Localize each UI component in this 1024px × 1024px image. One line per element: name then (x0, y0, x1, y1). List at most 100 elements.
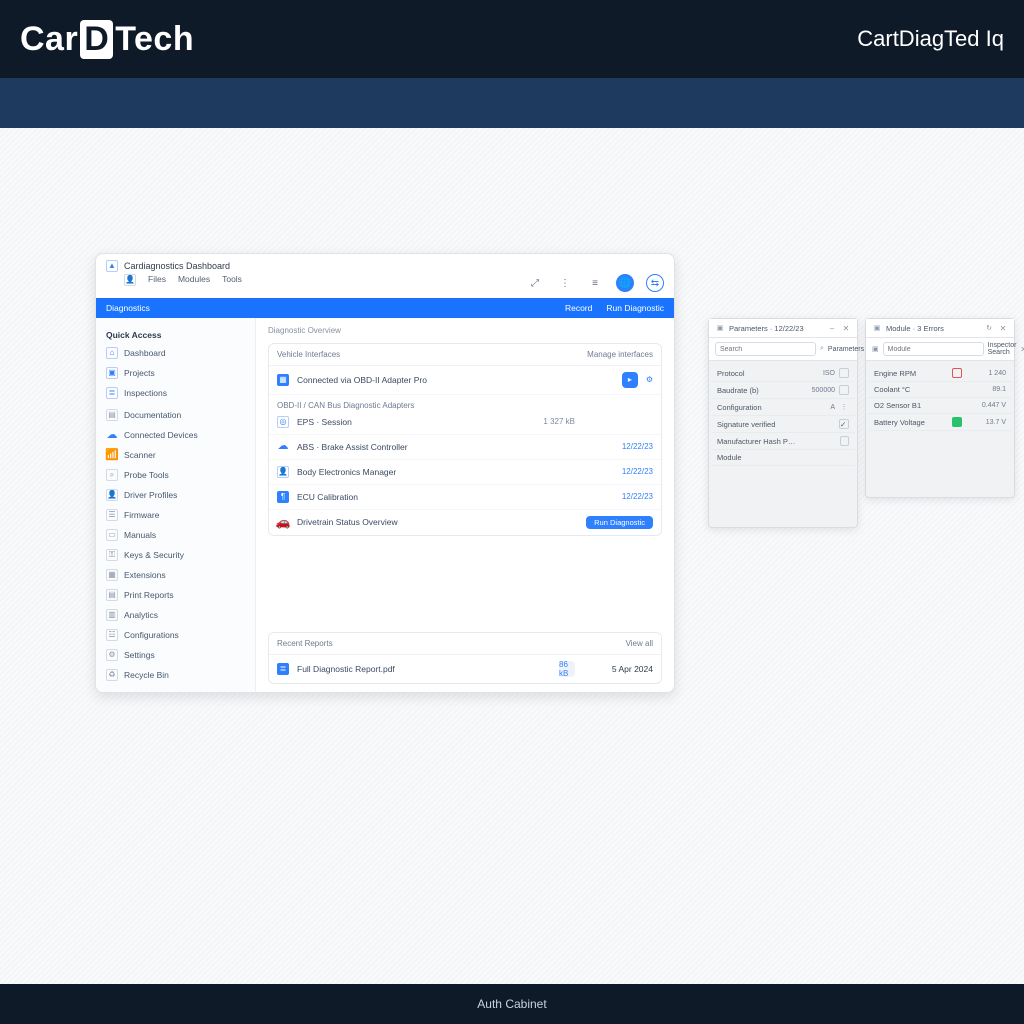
more-icon[interactable]: ⋮ (839, 402, 849, 412)
sidebar-item-documentation[interactable]: ▤Documentation (102, 406, 249, 424)
featured-gear-icon[interactable]: ⚙ (646, 375, 653, 384)
param-value: A (795, 404, 835, 411)
table-row[interactable]: 🚗 Drivetrain Status Overview Run Diagnos… (269, 510, 661, 535)
param-label: Baudrate (b) (717, 386, 791, 395)
card-head-right[interactable]: Manage interfaces (587, 350, 653, 359)
panel-search: ⌕ Parameters ▾ (709, 338, 857, 361)
globe-icon[interactable]: 🌐 (616, 274, 634, 292)
menu-icon[interactable]: ≡ (586, 274, 604, 292)
person-icon: 👤 (277, 466, 289, 478)
minimize-icon[interactable]: – (827, 323, 837, 333)
sidebar-item-analytics[interactable]: ▥Analytics (102, 606, 249, 624)
canvas: ▲ Cardiagnostics Dashboard 👤 Files Modul… (0, 128, 1024, 1024)
sidebar: Quick Access ⌂ Dashboard ▣ Projects ≣ In… (96, 318, 256, 693)
close-icon[interactable]: ✕ (998, 323, 1008, 333)
chip-icon: ¶ (277, 491, 289, 503)
menu-modules[interactable]: Modules (178, 274, 210, 292)
ok-flag-icon (952, 417, 962, 427)
more-icon[interactable]: ⋮ (556, 274, 574, 292)
run-diagnostic-button[interactable]: Run Diagnostic (586, 516, 653, 529)
refresh-icon[interactable]: ↻ (984, 323, 994, 333)
sidebar-item-label: Scanner (124, 450, 156, 460)
sidebar-item-keys[interactable]: ⚿Keys & Security (102, 546, 249, 564)
sidebar-item-probe[interactable]: ⌕Probe Tools (102, 466, 249, 484)
stack-icon: ☰ (106, 509, 118, 521)
brand-word-left: Car (20, 20, 78, 58)
menubar: 👤 Files Modules Tools ⤢ ⋮ ≡ 🌐 ⇆ (96, 274, 674, 298)
panel-title: Parameters · 12/22/23 (729, 324, 823, 333)
close-icon[interactable]: ✕ (841, 323, 851, 333)
report-row[interactable]: ≣ Full Diagnostic Report.pdf 86 kB 5 Apr… (269, 655, 661, 683)
context-strip: Diagnostics Record Run Diagnostic (96, 298, 674, 318)
print-icon: ▤ (106, 589, 118, 601)
module-row[interactable]: Engine RPM1 240 (868, 365, 1012, 382)
sidebar-item-label: Manuals (124, 530, 156, 540)
sidebar-item-config[interactable]: ☳Configurations (102, 626, 249, 644)
brand-tagline: CartDiagTed Iq (857, 26, 1004, 52)
sidebar-item-label: Extensions (124, 570, 166, 580)
search-icon: ⌕ (106, 469, 118, 481)
sidebar-item-label: Dashboard (124, 348, 166, 358)
param-row[interactable]: Module (711, 450, 855, 466)
sidebar-item-devices[interactable]: ☁Connected Devices (102, 426, 249, 444)
param-row[interactable]: Configuration A ⋮ (711, 399, 855, 416)
menu-tools[interactable]: Tools (222, 274, 242, 292)
cloud-icon: ☁ (277, 441, 289, 453)
sidebar-item-label: Settings (124, 650, 155, 660)
featured-action-badge[interactable]: ▸ (622, 372, 638, 388)
strip-title: Diagnostics (106, 303, 150, 313)
sidebar-item-extensions[interactable]: ▦Extensions (102, 566, 249, 584)
param-label: Configuration (717, 403, 791, 412)
strip-action-run[interactable]: Run Diagnostic (606, 303, 664, 313)
module-row[interactable]: O2 Sensor B10.447 V (868, 398, 1012, 414)
param-row[interactable]: Manufacturer Hash Pending (711, 433, 855, 450)
table-row[interactable]: ◎ EPS · Session 1 327 kB (269, 410, 661, 435)
table-row[interactable]: 👤 Body Electronics Manager 12/22/23 (269, 460, 661, 485)
pin-icon[interactable]: ⤢ (526, 274, 544, 292)
card-head-right[interactable]: View all (626, 639, 653, 648)
param-label: Signature verified (717, 420, 791, 429)
table-row[interactable]: ☁ ABS · Brake Assist Controller 12/22/23 (269, 435, 661, 460)
sync-icon[interactable]: ⇆ (646, 274, 664, 292)
sidebar-item-settings[interactable]: ⚙ Settings (102, 646, 249, 664)
sidebar-item-manuals[interactable]: ▭Manuals (102, 526, 249, 544)
trash-icon: ♻ (106, 669, 118, 681)
param-row[interactable]: Baudrate (b)500000 (711, 382, 855, 399)
search-icon[interactable]: ⌕ (820, 344, 824, 354)
panel-btn[interactable]: Parameters (828, 346, 864, 353)
panel-btn[interactable]: Inspector Search (988, 342, 1017, 356)
card-head-left: Recent Reports (277, 639, 333, 648)
sidebar-item-dashboard[interactable]: ⌂ Dashboard (102, 344, 249, 362)
brand-d-mark: D (80, 20, 113, 59)
table-row[interactable]: ¶ ECU Calibration 12/22/23 (269, 485, 661, 510)
featured-adapter-row[interactable]: ▦ Connected via OBD-II Adapter Pro ▸ ⚙ (269, 366, 661, 395)
panel-titlebar: ▣ Parameters · 12/22/23 – ✕ (709, 319, 857, 338)
strip-action-record[interactable]: Record (565, 303, 592, 313)
row-label: Full Diagnostic Report.pdf (297, 664, 551, 674)
sidebar-item-inspections[interactable]: ≣ Inspections (102, 384, 249, 402)
param-row[interactable]: Signature verified✓ (711, 416, 855, 433)
param-row[interactable]: ProtocolISO (711, 365, 855, 382)
module-row[interactable]: Coolant °C89.1 (868, 382, 1012, 398)
row-value: 1 240 (966, 370, 1006, 377)
sidebar-item-print[interactable]: ▤Print Reports (102, 586, 249, 604)
param-value: ISO (795, 370, 835, 377)
list-subhead: OBD-II / CAN Bus Diagnostic Adapters (269, 395, 661, 410)
menu-files[interactable]: Files (148, 274, 166, 292)
module-search-input[interactable] (883, 342, 984, 356)
sidebar-item-drivers[interactable]: 👤Driver Profiles (102, 486, 249, 504)
sidebar-group1-title: Quick Access (102, 326, 249, 342)
search-input[interactable] (715, 342, 816, 356)
card-interfaces: Vehicle Interfaces Manage interfaces ▦ C… (268, 343, 662, 536)
module-row[interactable]: Battery Voltage13.7 V (868, 414, 1012, 431)
row-label: ECU Calibration (297, 492, 507, 502)
module-panel: ▣ Module · 3 Errors ↻ ✕ ▣ Inspector Sear… (865, 318, 1015, 498)
gear-icon: ⚙ (106, 649, 118, 661)
module-icon: ▣ (872, 344, 879, 354)
sidebar-item-projects[interactable]: ▣ Projects (102, 364, 249, 382)
sidebar-item-firmware[interactable]: ☰Firmware (102, 506, 249, 524)
size-badge: 86 kB (559, 661, 575, 677)
sidebar-item-recycle[interactable]: ♻Recycle Bin (102, 666, 249, 684)
close-icon[interactable]: ✕ (1020, 344, 1024, 354)
sidebar-item-scanner[interactable]: 📶Scanner (102, 446, 249, 464)
